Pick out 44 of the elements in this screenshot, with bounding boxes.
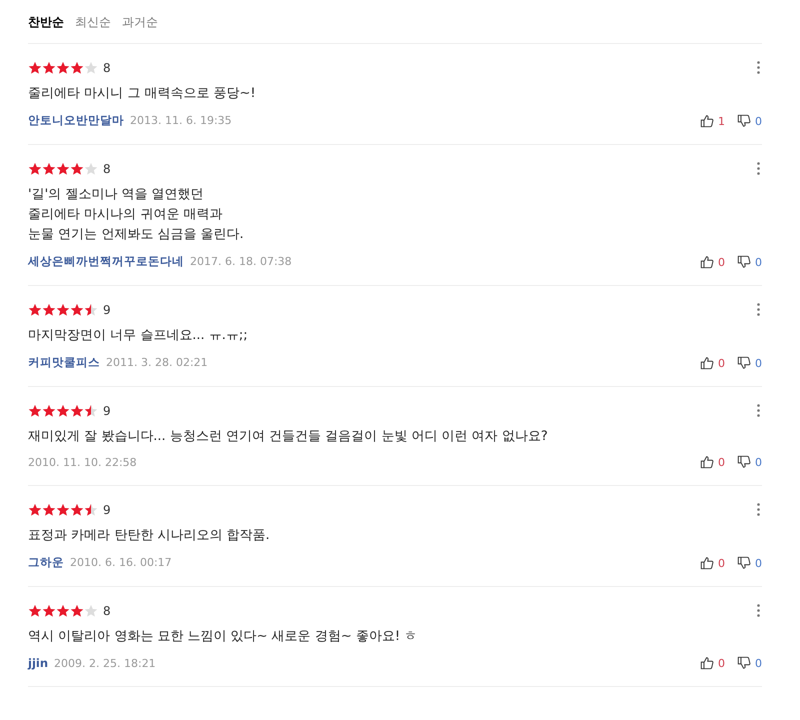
dislike-button[interactable]: 0 bbox=[737, 656, 762, 670]
author-link[interactable]: 그하운 bbox=[28, 555, 64, 570]
rating-score: 8 bbox=[103, 162, 111, 176]
author-link[interactable]: 세상은삐까번쩍꺼꾸로돈다네 bbox=[28, 254, 184, 269]
rating-score: 9 bbox=[103, 303, 111, 317]
dislike-button[interactable]: 0 bbox=[737, 114, 762, 128]
rating-score: 9 bbox=[103, 404, 111, 418]
review-text: 줄리에타 마시니 그 매력속으로 풍당~! bbox=[28, 85, 257, 103]
review-text: '길'의 젤소미나 역을 열연했던 줄리에타 마시나의 귀여운 매력과 눈물 연기는 언제봐도 심금을 울린다. bbox=[28, 186, 245, 244]
like-button[interactable]: 0 bbox=[700, 556, 725, 570]
like-button[interactable]: 0 bbox=[700, 255, 725, 269]
rating-score: 8 bbox=[103, 604, 111, 618]
sort-tab[interactable]: 과거순 bbox=[122, 14, 158, 31]
like-button[interactable]: 0 bbox=[700, 455, 725, 469]
review-text: 역시 이탈리아 영화는 묘한 느낌이 있다~ 새로운 경험~ 좋아요! ㅎ bbox=[28, 628, 418, 646]
rating-score: 9 bbox=[103, 503, 111, 517]
review-date: 2009. 2. 25. 18:21 bbox=[54, 657, 156, 670]
author-link[interactable]: 안토니오반만달마 bbox=[28, 113, 124, 128]
dislike-button[interactable]: 0 bbox=[737, 255, 762, 269]
more-button[interactable] bbox=[754, 604, 762, 618]
more-button[interactable] bbox=[754, 303, 762, 317]
sort-tab[interactable]: 최신순 bbox=[75, 14, 111, 31]
dislike-button[interactable]: 0 bbox=[737, 455, 762, 469]
review-text: 표정과 카메라 탄탄한 시나리오의 합작품. bbox=[28, 527, 271, 545]
review-text: 마지막장면이 너무 슬프네요... ㅠ.ㅠ;; bbox=[28, 327, 249, 345]
review-date: 2013. 11. 6. 19:35 bbox=[130, 114, 232, 127]
more-button[interactable] bbox=[754, 404, 762, 418]
more-button[interactable] bbox=[754, 61, 762, 75]
review-date: 2011. 3. 28. 02:21 bbox=[106, 356, 208, 369]
dislike-button[interactable]: 0 bbox=[737, 556, 762, 570]
author-link[interactable]: 커피맛쿨피스 bbox=[28, 355, 100, 370]
more-button[interactable] bbox=[754, 162, 762, 176]
review-date: 2010. 11. 10. 22:58 bbox=[28, 456, 137, 469]
like-button[interactable]: 0 bbox=[700, 356, 725, 370]
dislike-button[interactable]: 0 bbox=[737, 356, 762, 370]
review-date: 2010. 6. 16. 00:17 bbox=[70, 556, 172, 569]
rating-score: 8 bbox=[103, 61, 111, 75]
like-button[interactable]: 1 bbox=[700, 114, 725, 128]
author-link[interactable]: jjin bbox=[28, 656, 48, 670]
more-button[interactable] bbox=[754, 503, 762, 517]
like-button[interactable]: 0 bbox=[700, 656, 725, 670]
review-date: 2017. 6. 18. 07:38 bbox=[190, 255, 292, 268]
sort-tab[interactable]: 찬반순 bbox=[28, 14, 64, 31]
review-text: 재미있게 잘 봤습니다... 능청스런 연기여 건들건들 걸음걸이 눈빛 어디 이런 여자 없나요? bbox=[28, 428, 549, 446]
